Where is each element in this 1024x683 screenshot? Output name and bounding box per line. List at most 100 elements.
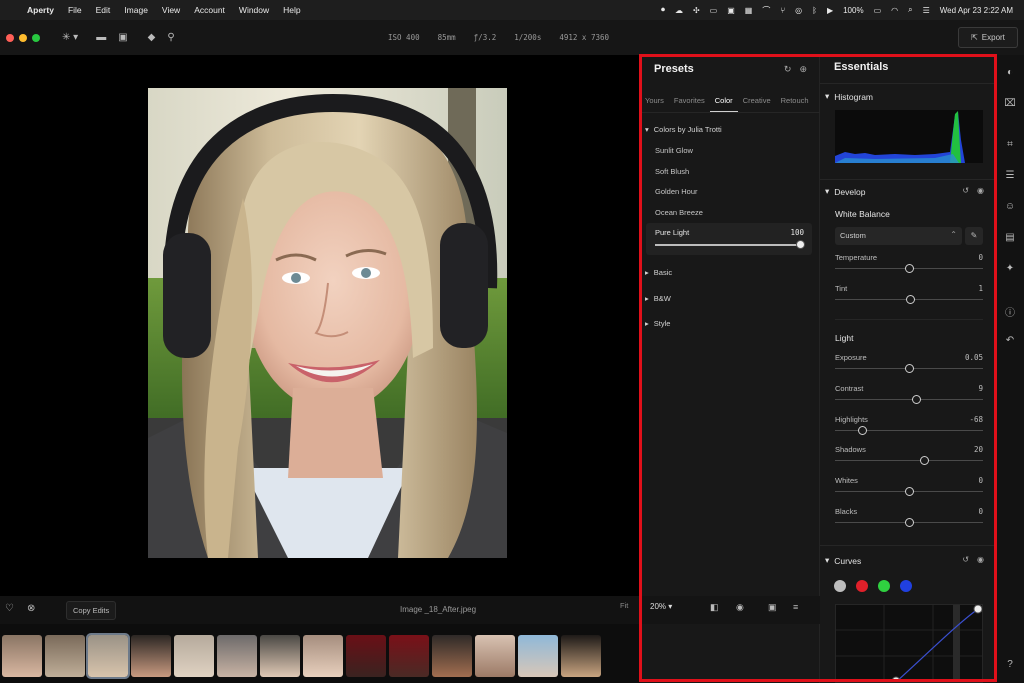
exposure-slider[interactable]: Exposure 0.05 [835,353,983,375]
thumbnail[interactable] [303,635,343,677]
preset-amount-knob[interactable] [796,240,805,249]
temperature-knob[interactable] [905,264,914,273]
retouch-icon[interactable]: ☺ [996,201,1024,212]
blacks-knob[interactable] [905,518,914,527]
channel-red-button[interactable] [856,580,868,592]
add-preset-icon[interactable]: ⊕ [799,64,807,75]
thumbnail[interactable] [346,635,386,677]
arc-icon[interactable]: ⌒ [757,5,775,16]
thumbnail[interactable] [260,635,300,677]
preset-golden-hour[interactable]: Golden Hour [655,187,698,196]
thumbnail[interactable] [561,635,601,677]
compare-icon[interactable]: ◧ [710,602,719,613]
tint-slider[interactable]: Tint 1 [835,284,983,306]
channel-blue-button[interactable] [900,580,912,592]
thumbnail[interactable] [518,635,558,677]
preset-soft-blush[interactable]: Soft Blush [655,167,689,176]
white-balance-select[interactable]: Custom ⌃ [835,227,962,245]
preset-pure-light[interactable]: Pure Light 100 [646,223,812,255]
shadows-knob[interactable] [919,456,929,465]
curves-header[interactable]: ▾ Curves [825,555,861,566]
tab-favorites[interactable]: Favorites [669,93,710,112]
eye-icon[interactable]: ◉ [977,186,984,195]
eye-icon[interactable]: ◉ [736,602,744,613]
tab-retouch[interactable]: Retouch [776,93,814,112]
presets-tool-icon[interactable]: ◐ [996,67,1024,78]
thumbnail[interactable] [45,635,85,677]
tint-knob[interactable] [906,295,916,304]
menu-window[interactable]: Window [232,5,276,15]
thumbnail[interactable] [475,635,515,677]
exposure-knob[interactable] [905,364,914,373]
highlights-slider[interactable]: Highlights -68 [835,415,983,437]
info-icon[interactable]: ⓘ [996,304,1024,319]
eraser-icon[interactable]: ◆ [148,32,156,43]
eye-icon[interactable]: ◉ [977,555,984,564]
tab-creative[interactable]: Creative [738,93,776,112]
heart-icon[interactable]: ♡ [5,603,14,614]
eyedropper-icon[interactable]: ✎ [965,227,983,245]
preset-group-style[interactable]: ▸ Style [645,319,670,328]
copy-edits-button[interactable]: Copy Edits [66,601,117,620]
sort-icon[interactable]: ≡ [793,602,798,612]
preset-sunlit-glow[interactable]: Sunlit Glow [655,146,693,155]
battery-icon[interactable]: ▭ [869,6,887,15]
preset-ocean-breeze[interactable]: Ocean Breeze [655,208,703,217]
thumbnail[interactable] [131,635,171,677]
adjustments-icon[interactable]: ☰ [996,170,1024,181]
creative-cloud-icon[interactable]: ☁ [670,6,688,15]
menu-app-name[interactable]: Aperty [20,5,61,15]
develop-header[interactable]: ▾ Develop [825,186,865,197]
menu-file[interactable]: File [61,5,89,15]
thumbnail-selected[interactable] [86,633,130,679]
temperature-slider[interactable]: Temperature 0 [835,253,983,275]
histogram-header[interactable]: ▾ Histogram [825,91,873,102]
tone-curve[interactable] [835,604,983,683]
menu-help[interactable]: Help [276,5,307,15]
bluetooth-icon[interactable]: ᛒ [807,6,822,15]
menu-account[interactable]: Account [187,5,232,15]
highlights-knob[interactable] [857,426,867,435]
menu-view[interactable]: View [155,5,187,15]
thumbnail[interactable] [432,635,472,677]
folder-icon[interactable]: ▬ [96,32,106,43]
whites-slider[interactable]: Whites 0 [835,476,983,498]
airplay-icon[interactable]: ◎ [790,6,807,15]
minimize-window-button[interactable] [19,33,27,42]
datetime[interactable]: Wed Apr 23 2:22 AM [935,6,1018,15]
preset-group-julia-trotti[interactable]: ▾ Colors by Julia Trotti [645,125,722,134]
undo-icon[interactable]: ↶ [996,335,1024,346]
play-icon[interactable]: ▶ [822,6,838,15]
status-icon[interactable]: ✣ [688,6,705,15]
record-icon[interactable]: ⏺ [656,5,670,15]
zoom-dropdown[interactable]: 20% ▾ [650,602,672,611]
close-window-button[interactable] [6,33,14,42]
crop-icon[interactable]: ⌗ [996,139,1024,150]
photo-icon[interactable]: ▣ [722,6,740,15]
auto-enhance-icon[interactable]: ✳ ▾ [62,32,78,43]
portrait-photo[interactable] [148,88,507,558]
thumbnail[interactable] [2,635,42,677]
channel-rgb-button[interactable] [834,580,846,592]
zoom-tool-icon[interactable]: ⚲ [167,32,174,43]
reset-icon[interactable]: ↺ [962,555,969,564]
help-icon[interactable]: ? [996,659,1024,670]
menu-edit[interactable]: Edit [89,5,118,15]
contrast-slider[interactable]: Contrast 9 [835,384,983,406]
whites-knob[interactable] [905,487,914,496]
tab-color[interactable]: Color [709,93,738,112]
effects-icon[interactable]: ✦ [996,263,1024,274]
channel-green-button[interactable] [878,580,890,592]
fit-button[interactable]: Fit [620,601,628,610]
image-browser-icon[interactable]: ▣ [118,32,127,43]
fork-icon[interactable]: ⑂ [775,6,790,15]
search-icon[interactable]: ⌕ [903,5,917,15]
preset-group-basic[interactable]: ▸ Basic [645,268,672,277]
reject-icon[interactable]: ⊗ [27,603,35,614]
blacks-slider[interactable]: Blacks 0 [835,507,983,529]
thumbnail[interactable] [389,635,429,677]
wifi-icon[interactable]: ◠ [886,6,903,15]
grid-icon[interactable]: ▦ [740,6,758,15]
reset-icon[interactable]: ↺ [962,186,969,195]
image-canvas[interactable] [0,55,640,595]
